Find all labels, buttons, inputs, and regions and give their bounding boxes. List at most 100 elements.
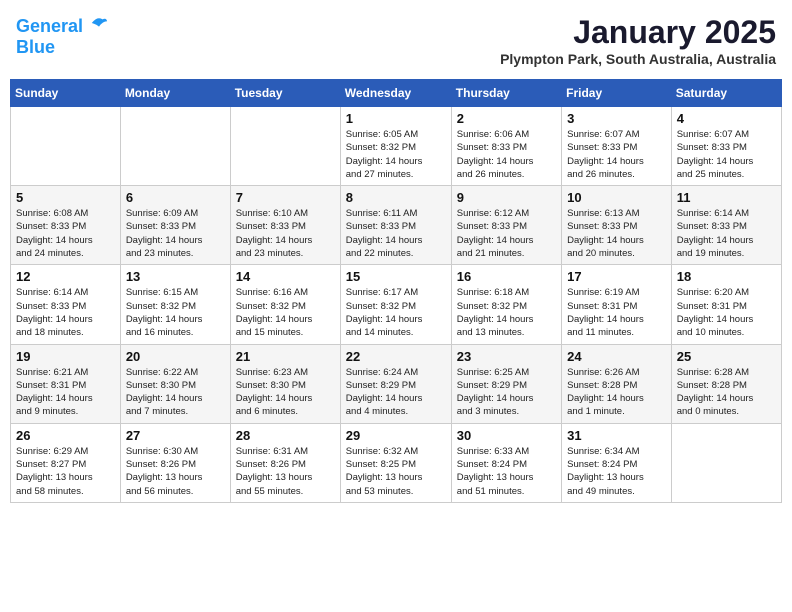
calendar-cell: 29Sunrise: 6:32 AM Sunset: 8:25 PM Dayli… [340, 423, 451, 502]
calendar-cell: 16 Sunrise: 6:18 AM Sunset: 8:32 PM Dayli… [451, 265, 561, 344]
day-number: 9 [457, 190, 556, 205]
day-info: Sunrise: 6:18 AM Sunset: 8:32 PM Dayligh… [457, 286, 556, 339]
day-info: Sunrise: 6:29 AM Sunset: 8:27 PM Dayligh… [16, 445, 115, 498]
weekday-header-row: SundayMondayTuesdayWednesdayThursdayFrid… [11, 80, 782, 107]
day-number: 22 [346, 349, 446, 364]
calendar-cell: 5 Sunrise: 6:08 AM Sunset: 8:33 PM Daylig… [11, 186, 121, 265]
week-row-2: 5 Sunrise: 6:08 AM Sunset: 8:33 PM Daylig… [11, 186, 782, 265]
week-row-4: 19Sunrise: 6:21 AM Sunset: 8:31 PM Dayli… [11, 344, 782, 423]
calendar-cell [120, 107, 230, 186]
day-info: Sunrise: 6:34 AM Sunset: 8:24 PM Dayligh… [567, 445, 666, 498]
weekday-header-tuesday: Tuesday [230, 80, 340, 107]
day-number: 21 [236, 349, 335, 364]
day-info: Sunrise: 6:05 AM Sunset: 8:32 PM Dayligh… [346, 128, 446, 181]
day-info: Sunrise: 6:09 AM Sunset: 8:33 PM Dayligh… [126, 207, 225, 260]
week-row-5: 26 Sunrise: 6:29 AM Sunset: 8:27 PM Dayli… [11, 423, 782, 502]
logo-line2: Blue [16, 37, 108, 58]
day-info: Sunrise: 6:16 AM Sunset: 8:32 PM Dayligh… [236, 286, 335, 339]
calendar-cell: 15Sunrise: 6:17 AM Sunset: 8:32 PM Dayli… [340, 265, 451, 344]
calendar-cell: 23 Sunrise: 6:25 AM Sunset: 8:29 PM Dayli… [451, 344, 561, 423]
day-number: 7 [236, 190, 335, 205]
day-info: Sunrise: 6:26 AM Sunset: 8:28 PM Dayligh… [567, 366, 666, 419]
calendar-cell: 12Sunrise: 6:14 AM Sunset: 8:33 PM Dayli… [11, 265, 121, 344]
day-info: Sunrise: 6:33 AM Sunset: 8:24 PM Dayligh… [457, 445, 556, 498]
day-number: 26 [16, 428, 115, 443]
day-number: 11 [677, 190, 776, 205]
calendar-cell [230, 107, 340, 186]
day-number: 29 [346, 428, 446, 443]
calendar-cell: 7 Sunrise: 6:10 AM Sunset: 8:33 PM Daylig… [230, 186, 340, 265]
day-number: 18 [677, 269, 776, 284]
week-row-1: 1 Sunrise: 6:05 AM Sunset: 8:32 PM Daylig… [11, 107, 782, 186]
day-info: Sunrise: 6:10 AM Sunset: 8:33 PM Dayligh… [236, 207, 335, 260]
calendar-table: SundayMondayTuesdayWednesdayThursdayFrid… [10, 79, 782, 503]
calendar-cell: 22Sunrise: 6:24 AM Sunset: 8:29 PM Dayli… [340, 344, 451, 423]
calendar-cell: 20Sunrise: 6:22 AM Sunset: 8:30 PM Dayli… [120, 344, 230, 423]
calendar-cell: 21 Sunrise: 6:23 AM Sunset: 8:30 PM Dayli… [230, 344, 340, 423]
calendar-cell: 1 Sunrise: 6:05 AM Sunset: 8:32 PM Daylig… [340, 107, 451, 186]
day-info: Sunrise: 6:23 AM Sunset: 8:30 PM Dayligh… [236, 366, 335, 419]
header: General Blue January 2025 Plympton Park,… [10, 10, 782, 71]
day-info: Sunrise: 6:14 AM Sunset: 8:33 PM Dayligh… [16, 286, 115, 339]
day-number: 25 [677, 349, 776, 364]
calendar-cell [671, 423, 781, 502]
day-number: 5 [16, 190, 115, 205]
location: Plympton Park, South Australia, Australi… [500, 51, 776, 67]
calendar-cell: 4 Sunrise: 6:07 AM Sunset: 8:33 PM Daylig… [671, 107, 781, 186]
calendar-cell: 3 Sunrise: 6:07 AM Sunset: 8:33 PM Daylig… [562, 107, 672, 186]
day-info: Sunrise: 6:15 AM Sunset: 8:32 PM Dayligh… [126, 286, 225, 339]
day-number: 2 [457, 111, 556, 126]
day-number: 10 [567, 190, 666, 205]
day-number: 31 [567, 428, 666, 443]
weekday-header-thursday: Thursday [451, 80, 561, 107]
day-number: 6 [126, 190, 225, 205]
day-info: Sunrise: 6:07 AM Sunset: 8:33 PM Dayligh… [677, 128, 776, 181]
calendar-cell: 31 Sunrise: 6:34 AM Sunset: 8:24 PM Dayli… [562, 423, 672, 502]
day-info: Sunrise: 6:14 AM Sunset: 8:33 PM Dayligh… [677, 207, 776, 260]
day-info: Sunrise: 6:13 AM Sunset: 8:33 PM Dayligh… [567, 207, 666, 260]
calendar-cell: 26 Sunrise: 6:29 AM Sunset: 8:27 PM Dayli… [11, 423, 121, 502]
day-info: Sunrise: 6:30 AM Sunset: 8:26 PM Dayligh… [126, 445, 225, 498]
day-number: 23 [457, 349, 556, 364]
calendar-cell: 24 Sunrise: 6:26 AM Sunset: 8:28 PM Dayli… [562, 344, 672, 423]
calendar-cell: 19Sunrise: 6:21 AM Sunset: 8:31 PM Dayli… [11, 344, 121, 423]
day-info: Sunrise: 6:25 AM Sunset: 8:29 PM Dayligh… [457, 366, 556, 419]
weekday-header-monday: Monday [120, 80, 230, 107]
day-number: 24 [567, 349, 666, 364]
day-info: Sunrise: 6:08 AM Sunset: 8:33 PM Dayligh… [16, 207, 115, 260]
calendar-cell: 6 Sunrise: 6:09 AM Sunset: 8:33 PM Daylig… [120, 186, 230, 265]
day-number: 17 [567, 269, 666, 284]
month-year: January 2025 [500, 14, 776, 51]
day-number: 14 [236, 269, 335, 284]
weekday-header-saturday: Saturday [671, 80, 781, 107]
calendar-cell: 28Sunrise: 6:31 AM Sunset: 8:26 PM Dayli… [230, 423, 340, 502]
weekday-header-friday: Friday [562, 80, 672, 107]
day-info: Sunrise: 6:17 AM Sunset: 8:32 PM Dayligh… [346, 286, 446, 339]
day-info: Sunrise: 6:21 AM Sunset: 8:31 PM Dayligh… [16, 366, 115, 419]
calendar-cell: 18Sunrise: 6:20 AM Sunset: 8:31 PM Dayli… [671, 265, 781, 344]
day-info: Sunrise: 6:31 AM Sunset: 8:26 PM Dayligh… [236, 445, 335, 498]
logo: General Blue [16, 14, 108, 58]
day-info: Sunrise: 6:28 AM Sunset: 8:28 PM Dayligh… [677, 366, 776, 419]
day-number: 16 [457, 269, 556, 284]
day-number: 3 [567, 111, 666, 126]
logo-bird-icon [90, 14, 108, 32]
logo-text: General [16, 14, 108, 37]
day-number: 27 [126, 428, 225, 443]
day-info: Sunrise: 6:12 AM Sunset: 8:33 PM Dayligh… [457, 207, 556, 260]
calendar-cell: 9 Sunrise: 6:12 AM Sunset: 8:33 PM Daylig… [451, 186, 561, 265]
day-number: 4 [677, 111, 776, 126]
page: General Blue January 2025 Plympton Park,… [0, 0, 792, 612]
calendar-cell: 30Sunrise: 6:33 AM Sunset: 8:24 PM Dayli… [451, 423, 561, 502]
day-info: Sunrise: 6:06 AM Sunset: 8:33 PM Dayligh… [457, 128, 556, 181]
day-number: 1 [346, 111, 446, 126]
day-info: Sunrise: 6:19 AM Sunset: 8:31 PM Dayligh… [567, 286, 666, 339]
week-row-3: 12Sunrise: 6:14 AM Sunset: 8:33 PM Dayli… [11, 265, 782, 344]
day-info: Sunrise: 6:07 AM Sunset: 8:33 PM Dayligh… [567, 128, 666, 181]
calendar-cell: 13Sunrise: 6:15 AM Sunset: 8:32 PM Dayli… [120, 265, 230, 344]
day-number: 8 [346, 190, 446, 205]
day-info: Sunrise: 6:11 AM Sunset: 8:33 PM Dayligh… [346, 207, 446, 260]
weekday-header-sunday: Sunday [11, 80, 121, 107]
calendar-cell: 27 Sunrise: 6:30 AM Sunset: 8:26 PM Dayli… [120, 423, 230, 502]
day-number: 20 [126, 349, 225, 364]
